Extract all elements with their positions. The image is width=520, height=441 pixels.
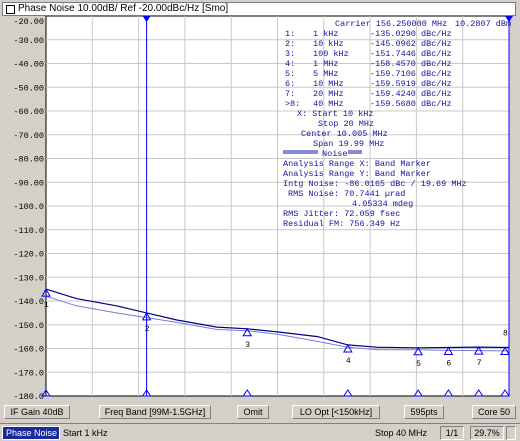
- carrier-level-label: 10.2807 dBm: [455, 19, 511, 29]
- x-center: Center 10.005 MHz: [301, 129, 388, 139]
- analysis-range-x: Analysis Range X: Band Marker: [283, 159, 431, 169]
- y-tick-label: -60.00: [13, 107, 44, 117]
- y-axis-ticks: -20.00 -30.00 -40.00 -50.00 -60.00 -70.00 -80.…: [13, 17, 44, 402]
- page-indicator: 1/1: [440, 426, 464, 440]
- marker-tag-label: 2: [145, 325, 150, 334]
- marker-row-freq: 20 MHz: [313, 89, 344, 99]
- marker-tag-label: 7: [477, 359, 482, 368]
- rms-noise-deg: 4.05334 mdeg: [352, 199, 413, 209]
- status-led: [506, 426, 516, 440]
- marker-row-label: 6:: [285, 79, 295, 89]
- marker-row-value: -159.7106 dBc/Hz: [370, 69, 452, 79]
- progress-percent: 29.7%: [470, 426, 504, 440]
- marker-tag-label: 6: [446, 360, 451, 369]
- marker-row-freq: 5 MHz: [313, 69, 339, 79]
- marker-row-value: -159.5680 dBc/Hz: [370, 99, 452, 109]
- carrier-label: Carrier 156.250000 MHz: [335, 19, 447, 29]
- bottom-status-bar: Phase Noise Start 1 kHz Stop 40 MHz 1/1 …: [0, 423, 520, 441]
- marker-row-value: -135.0290 dBc/Hz: [370, 29, 452, 39]
- rms-noise: RMS Noise: 70.7441 µrad: [288, 189, 405, 199]
- marker-tag-label: 3: [245, 341, 250, 350]
- marker-row-freq: 100 kHz: [313, 49, 349, 59]
- marker-tag-label: 5: [416, 360, 421, 369]
- residual-fm: Residual FM: 756.349 Hz: [283, 219, 400, 229]
- marker-tag-label: 4: [346, 357, 351, 366]
- marker-row-value: -159.4240 dBc/Hz: [370, 89, 452, 99]
- y-tick-label: -140.0: [13, 297, 44, 307]
- y-tick-label: -150.0: [13, 321, 44, 331]
- noise-header: Noise: [322, 149, 348, 159]
- x-stop: Stop 20 MHz: [318, 119, 374, 129]
- y-tick-label: -130.0: [13, 273, 44, 283]
- marker-row-label: 4:: [285, 59, 295, 69]
- lo-opt-button[interactable]: LO Opt [<150kHz]: [292, 405, 380, 419]
- stop-frequency: Stop 40 MHz: [375, 428, 428, 438]
- x-start: X: Start 10 kHz: [297, 109, 374, 119]
- y-tick-label: -100.0: [13, 202, 44, 212]
- y-tick-label: -180.0: [13, 392, 44, 402]
- marker-row-freq: 1 MHz: [313, 59, 339, 69]
- freq-band-button[interactable]: Freq Band [99M-1.5GHz]: [99, 405, 211, 419]
- marker-row-label: 1:: [285, 29, 295, 39]
- y-tick-label: -30.00: [13, 36, 44, 46]
- marker-row-freq: 1 kHz: [313, 29, 339, 39]
- y-tick-label: -90.00: [13, 178, 44, 188]
- y-tick-label: -50.00: [13, 83, 44, 93]
- y-tick-label: -160.0: [13, 345, 44, 355]
- marker-row-label: 5:: [285, 69, 295, 79]
- omit-button[interactable]: Omit: [237, 405, 269, 419]
- marker-row-label: >8:: [285, 99, 300, 109]
- marker-tag-label: 1: [44, 301, 49, 310]
- y-tick-label: -120.0: [13, 250, 44, 260]
- marker-row-freq: 40 MHz: [313, 99, 344, 109]
- marker-row-value: -145.0962 dBc/Hz: [370, 39, 452, 49]
- marker-tag-label: 8: [503, 330, 508, 339]
- y-tick-label: -40.00: [13, 60, 44, 70]
- marker-row-value: -158.4570 dBc/Hz: [370, 59, 452, 69]
- analyzer-window: Phase Noise 10.00dB/ Ref -20.00dBc/Hz [S…: [0, 0, 520, 441]
- trace-title-bar[interactable]: Phase Noise 10.00dB/ Ref -20.00dBc/Hz [S…: [2, 2, 516, 16]
- rms-jitter: RMS Jitter: 72.059 fsec: [283, 209, 400, 219]
- if-gain-button[interactable]: IF Gain 40dB: [4, 405, 70, 419]
- integrated-noise: Intg Noise: -86.0165 dBc / 19.69 MHz: [283, 179, 467, 189]
- marker-row-label: 7:: [285, 89, 295, 99]
- marker-row-freq: 10 MHz: [313, 79, 344, 89]
- phase-noise-plot[interactable]: -20.00 -30.00 -40.00 -50.00 -60.00 -70.00 -80.…: [0, 16, 520, 402]
- points-button[interactable]: 595pts: [404, 405, 444, 419]
- analysis-range-y: Analysis Range Y: Band Marker: [283, 169, 431, 179]
- y-tick-label: -110.0: [13, 226, 44, 236]
- marker-row-value: -159.5919 dBc/Hz: [370, 79, 452, 89]
- x-span: Span 19.99 MHz: [313, 139, 384, 149]
- marker-row-freq: 10 kHz: [313, 39, 344, 49]
- start-frequency: Start 1 kHz: [63, 428, 108, 438]
- marker-row-value: -151.7446 dBc/Hz: [370, 49, 452, 59]
- status-row: IF Gain 40dB Freq Band [99M-1.5GHz] Omit…: [4, 405, 516, 420]
- y-tick-label: -170.0: [13, 368, 44, 378]
- core-button[interactable]: Core 50: [472, 405, 516, 419]
- marker-row-label: 2:: [285, 39, 295, 49]
- measurement-name[interactable]: Phase Noise: [2, 426, 60, 440]
- marker-row-label: 3:: [285, 49, 295, 59]
- trace-title: Phase Noise 10.00dB/ Ref -20.00dBc/Hz [S…: [18, 3, 229, 14]
- y-tick-label: -70.00: [13, 131, 44, 141]
- trace-select-checkbox[interactable]: [6, 5, 15, 14]
- y-tick-label: -80.00: [13, 155, 44, 165]
- y-tick-label: -20.00: [13, 17, 44, 27]
